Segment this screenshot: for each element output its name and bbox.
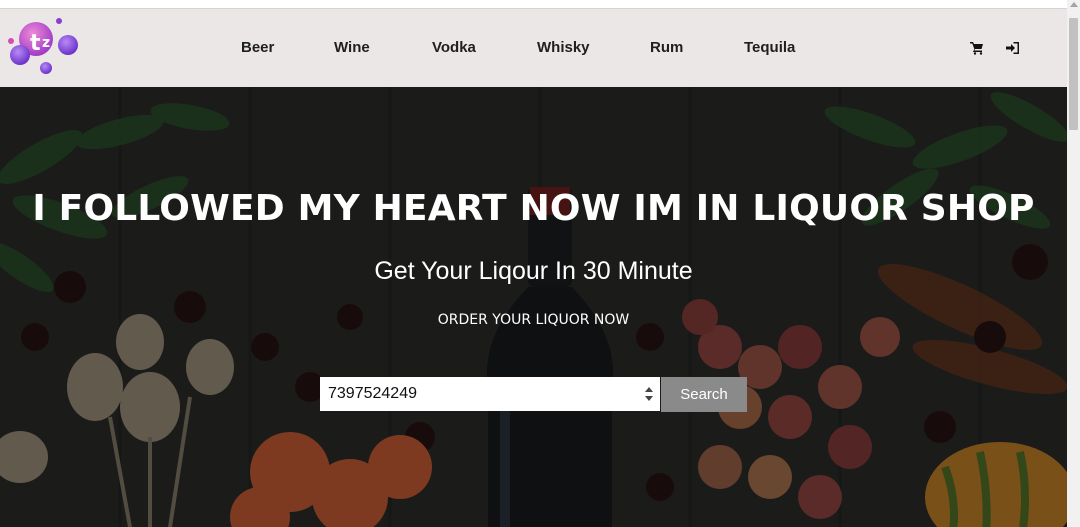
svg-text:z: z xyxy=(42,35,50,51)
vertical-scrollbar[interactable] xyxy=(1067,0,1080,527)
scrollbar-thumb[interactable] xyxy=(1069,18,1078,130)
svg-text:t: t xyxy=(30,31,41,56)
spinner-arrows-icon[interactable] xyxy=(644,385,654,403)
nav-link-rum[interactable]: Rum xyxy=(650,39,683,56)
nav-link-whisky[interactable]: Whisky xyxy=(537,39,590,56)
search-button[interactable]: Search xyxy=(661,377,747,412)
nav-link-tequila[interactable]: Tequila xyxy=(744,39,795,56)
nav-link-vodka[interactable]: Vodka xyxy=(432,39,476,56)
hero-background-image xyxy=(0,87,1067,527)
hero-title: I FOLLOWED MY HEART NOW IM IN LIQUOR SHO… xyxy=(32,188,1035,229)
hero-banner: I FOLLOWED MY HEART NOW IM IN LIQUOR SHO… xyxy=(0,87,1067,527)
window-top-border xyxy=(0,0,1067,9)
hero-cta-text: ORDER YOUR LIQUOR NOW xyxy=(437,312,630,328)
scroll-up-arrow-icon[interactable] xyxy=(1070,2,1078,7)
search-input[interactable]: 7397524249 xyxy=(320,377,660,411)
logo[interactable]: t z xyxy=(4,15,84,79)
nav-link-wine[interactable]: Wine xyxy=(334,39,370,56)
sign-in-icon[interactable] xyxy=(1006,41,1020,55)
shopping-cart-icon[interactable] xyxy=(970,41,984,55)
navbar: t z Beer Wine Vodka Whisky Rum Tequila xyxy=(0,9,1067,87)
nav-link-beer[interactable]: Beer xyxy=(241,39,274,56)
hero-subtitle: Get Your Liqour In 30 Minute xyxy=(374,257,693,285)
search-input-value: 7397524249 xyxy=(328,385,417,402)
